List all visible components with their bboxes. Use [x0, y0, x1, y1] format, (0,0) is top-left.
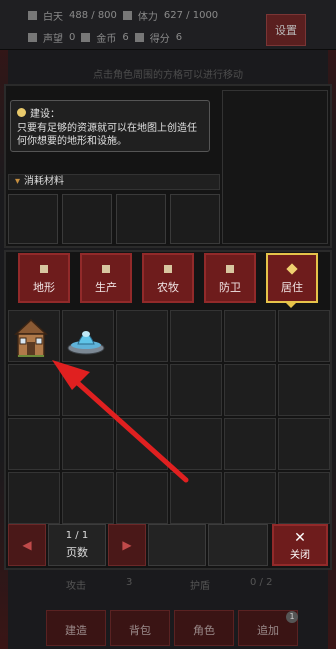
grid-slot[interactable]	[278, 418, 330, 470]
grid-slot[interactable]	[116, 364, 168, 416]
anvil-icon	[102, 265, 110, 273]
nav-character[interactable]: 角色	[174, 610, 234, 646]
day-label: 白天	[43, 12, 63, 23]
shield-icon	[226, 265, 234, 273]
material-slot	[170, 194, 220, 244]
tip-title: 建设：	[30, 109, 60, 120]
home-icon	[286, 263, 298, 275]
grid-slot[interactable]	[170, 310, 222, 362]
material-slot	[8, 194, 58, 244]
grid-slot[interactable]	[170, 418, 222, 470]
reputation-label: 声望	[43, 34, 63, 45]
grid-slot[interactable]	[278, 364, 330, 416]
stats-row-1: 白天 488 / 800 体力 627 / 1000	[28, 8, 224, 23]
gold-value: 6	[122, 32, 129, 43]
category-production[interactable]: 生产	[80, 253, 132, 303]
nav-bag[interactable]: 背包	[110, 610, 170, 646]
movement-hint: 点击角色周围的方格可以进行移动	[93, 70, 243, 81]
grid-slot[interactable]	[116, 418, 168, 470]
gold-label: 金币	[96, 34, 117, 45]
prev-page-button[interactable]: ◀	[8, 524, 46, 566]
score-icon	[134, 33, 144, 42]
item-preview	[222, 90, 328, 244]
day-value: 488 / 800	[69, 10, 117, 21]
grid-slot[interactable]	[8, 364, 60, 416]
grid-slot[interactable]	[224, 364, 276, 416]
tip-text: 只要有足够的资源就可以在地图上创造任何你想要的地形和设施。	[17, 123, 197, 147]
shield-label: 护盾	[190, 581, 210, 592]
page-indicator: 1 / 1 页数	[48, 524, 106, 566]
grid-slot[interactable]	[62, 364, 114, 416]
category-label: 农牧	[157, 281, 179, 294]
attack-label: 攻击	[66, 581, 86, 592]
notification-badge: 1	[286, 611, 298, 623]
terrain-icon	[40, 265, 48, 273]
category-terrain[interactable]: 地形	[18, 253, 70, 303]
score-value: 6	[175, 32, 183, 43]
grid-slot[interactable]	[116, 310, 168, 362]
grid-slot[interactable]	[62, 418, 114, 470]
fountain-icon[interactable]	[66, 322, 106, 356]
grid-slot[interactable]	[8, 418, 60, 470]
grid-slot[interactable]	[170, 364, 222, 416]
close-icon: ✕	[294, 530, 306, 546]
tip-title-row: 建设：	[17, 105, 203, 120]
close-label: 关闭	[290, 550, 310, 561]
active-category-pointer	[285, 302, 297, 308]
lightbulb-icon	[17, 108, 26, 117]
grid-slot[interactable]	[278, 310, 330, 362]
attack-value: 3	[126, 577, 133, 588]
pager-empty-slot	[208, 524, 268, 566]
nav-build[interactable]: 建造	[46, 610, 106, 646]
sun-icon	[28, 11, 37, 20]
background-stats-row: 攻击 3 护盾 0 / 2	[0, 572, 336, 592]
category-defense[interactable]: 防卫	[204, 253, 256, 303]
close-button[interactable]: ✕ 关闭	[272, 524, 328, 566]
stamina-value: 627 / 1000	[163, 10, 219, 21]
materials-label: 消耗材料	[24, 176, 65, 187]
material-slot	[62, 194, 112, 244]
page-number: 1 / 1	[65, 530, 89, 541]
grid-slot[interactable]	[8, 472, 60, 524]
stats-row-2: 声望 0 金币 6 得分 6	[28, 30, 188, 45]
grid-slot[interactable]	[224, 472, 276, 524]
material-slot	[116, 194, 166, 244]
gold-icon	[81, 33, 91, 42]
wooden-house-icon[interactable]	[14, 318, 48, 358]
category-farming[interactable]: 农牧	[142, 253, 194, 303]
category-label: 生产	[95, 281, 117, 294]
next-page-button[interactable]: ▶	[108, 524, 146, 566]
reputation-icon	[28, 33, 37, 42]
reputation-value: 0	[69, 32, 76, 43]
grid-slot[interactable]	[170, 472, 222, 524]
settings-button[interactable]: 设置	[266, 14, 306, 46]
grid-slot[interactable]	[278, 472, 330, 524]
category-label: 居住	[281, 281, 303, 294]
shield-value: 0 / 2	[250, 577, 273, 588]
grid-slot[interactable]	[62, 472, 114, 524]
materials-header: ▾ 消耗材料	[8, 174, 220, 190]
tip-box: 建设： 只要有足够的资源就可以在地图上创造任何你想要的地形和设施。	[10, 100, 210, 152]
grid-slot[interactable]	[116, 472, 168, 524]
score-label: 得分	[149, 34, 170, 45]
grid-slot[interactable]	[224, 418, 276, 470]
pager-empty-slot	[148, 524, 206, 566]
category-label: 地形	[33, 281, 55, 294]
category-label: 防卫	[219, 281, 241, 294]
farm-icon	[164, 265, 172, 273]
stamina-label: 体力	[137, 12, 158, 23]
page-label: 页数	[66, 546, 88, 559]
category-housing[interactable]: 居住	[266, 253, 318, 303]
down-arrow-icon: ▾	[15, 176, 21, 187]
grid-slot[interactable]	[224, 310, 276, 362]
stamina-icon	[122, 11, 132, 20]
